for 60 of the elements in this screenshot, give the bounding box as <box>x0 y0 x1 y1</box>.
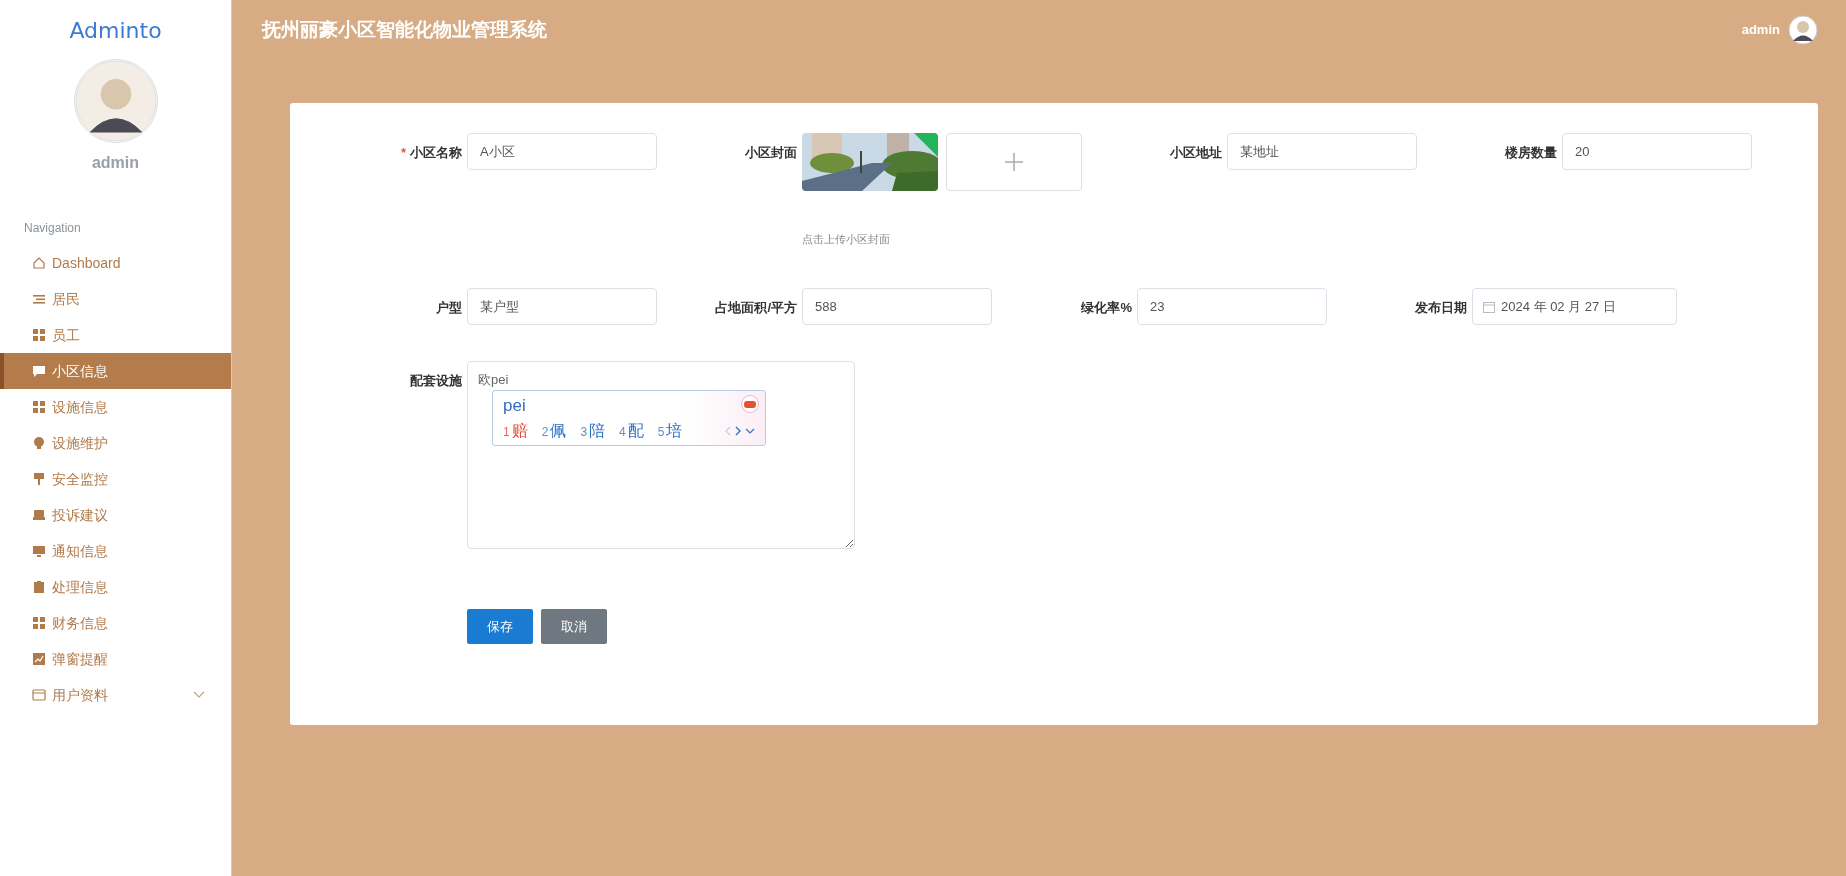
input-field[interactable]: 23 <box>1137 288 1327 325</box>
sidebar-item[interactable]: 财务信息 <box>0 605 231 641</box>
plus-icon <box>1005 153 1023 171</box>
input-field[interactable]: A小区 <box>467 133 657 170</box>
home-icon <box>32 256 46 270</box>
input-field[interactable]: 588 <box>802 288 992 325</box>
sidebar-item[interactable]: 小区信息 <box>0 353 231 389</box>
sidebar-item[interactable]: 居民 <box>0 281 231 317</box>
sidebar-item[interactable]: Dashboard <box>0 245 231 281</box>
date-field[interactable]: 2024 年 02 月 27 日 <box>1472 288 1677 325</box>
list-icon <box>32 292 46 306</box>
field-label: 户型 <box>435 299 462 317</box>
bulb-icon <box>32 436 46 450</box>
sidebar-item[interactable]: 用户资料 <box>0 677 231 713</box>
sidebar-item[interactable]: 投诉建议 <box>0 497 231 533</box>
sidebar-item[interactable]: 处理信息 <box>0 569 231 605</box>
field-label: 楼房数量 <box>1503 144 1557 162</box>
ime-input-text: pei <box>503 395 526 417</box>
ime-candidate[interactable]: 5培 <box>657 418 683 443</box>
field-label: 发布日期 <box>1414 299 1467 317</box>
field-label: 小区名称 <box>410 145 462 160</box>
card-icon <box>32 688 46 702</box>
ime-candidate[interactable]: 4 配 <box>619 418 644 443</box>
field-label: 配套设施 <box>409 372 462 390</box>
chat-icon <box>32 364 46 378</box>
sidebar-item[interactable]: 设施维护 <box>0 425 231 461</box>
chart-icon <box>32 652 46 666</box>
nav-section-title: Navigation <box>23 220 82 237</box>
field-label: 绿化率% <box>1080 299 1132 317</box>
input-field[interactable]: 某地址 <box>1227 133 1417 170</box>
cancel-button[interactable]: 取消 <box>541 609 607 644</box>
required-mark: * <box>400 145 406 160</box>
app-title: 抚州丽豪小区智能化物业管理系统 <box>262 17 547 42</box>
field-label: 小区封面 <box>744 144 797 162</box>
chevron-icon <box>193 691 205 699</box>
save-button[interactable]: 保存 <box>467 609 533 644</box>
ime-candidate[interactable]: 3 陪 <box>580 418 606 443</box>
grid-icon <box>32 400 46 414</box>
grid-icon <box>32 616 46 630</box>
sidebar-item[interactable]: 安全监控 <box>0 461 231 497</box>
user-name: admin <box>90 153 141 173</box>
field-label: 占地面积/平方 <box>714 299 797 317</box>
field-label: 小区地址 <box>1169 144 1222 162</box>
sidebar-item[interactable]: 员工 <box>0 317 231 353</box>
calendar-icon <box>1483 300 1495 313</box>
sidebar-item[interactable]: 弹窗提醒 <box>0 641 231 677</box>
sidebar-item[interactable]: 设施信息 <box>0 389 231 425</box>
input-field[interactable]: 某户型 <box>467 288 657 325</box>
logo: Adminto <box>68 17 163 45</box>
date-value: 2024 年 02 月 27 日 <box>1501 297 1616 316</box>
ime-candidate[interactable]: 2佩 <box>541 418 567 443</box>
monitor-icon <box>32 544 46 558</box>
next-icon[interactable] <box>735 425 741 436</box>
upload-hint: 点击上传小区封面 <box>802 232 891 247</box>
avatar[interactable] <box>1788 15 1818 45</box>
sidebar-item[interactable]: 通知信息 <box>0 533 231 569</box>
clipboard-icon <box>32 580 46 594</box>
input-field[interactable]: 20 <box>1562 133 1752 170</box>
grid-icon <box>32 328 46 342</box>
ime-candidate[interactable]: 1 赔 <box>503 418 528 443</box>
